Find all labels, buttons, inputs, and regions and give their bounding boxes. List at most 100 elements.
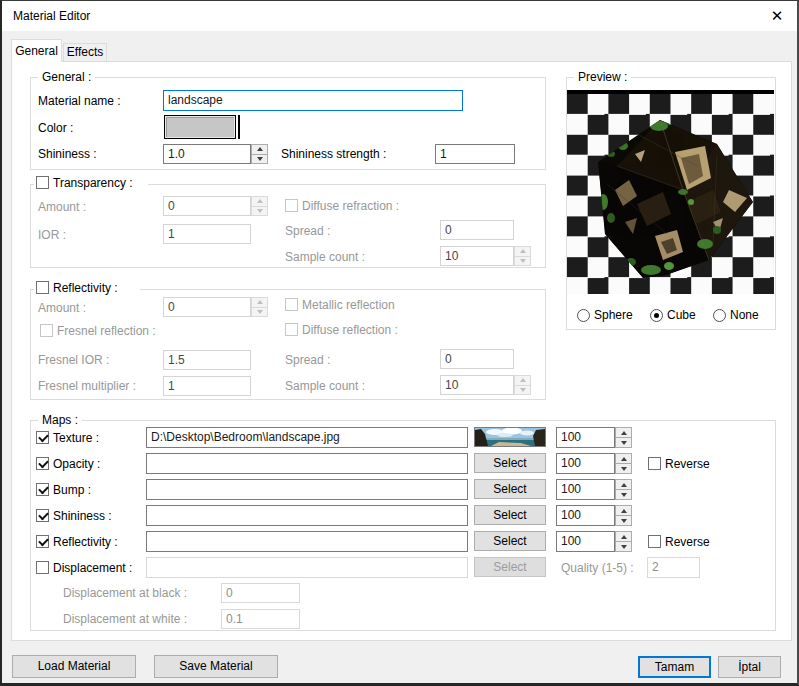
fresnel-multiplier-label: Fresnel multiplier : — [38, 379, 136, 394]
spin-down-icon — [251, 206, 268, 217]
none-radio[interactable] — [713, 309, 726, 322]
displacement-path-input — [146, 557, 468, 578]
texture-thumbnail-image — [475, 428, 545, 446]
fresnel-ior-input: 1.5 — [163, 350, 251, 370]
opacity-select-button[interactable]: Select — [474, 453, 546, 473]
reflectivity-reverse-checkbox[interactable] — [648, 535, 661, 548]
transparency-checkbox[interactable] — [36, 176, 49, 189]
cube-radio[interactable] — [650, 309, 663, 322]
reflectivity-spread-label: Spread : — [285, 353, 330, 368]
shininess-map-checkbox[interactable] — [36, 509, 49, 522]
bump-checkbox[interactable] — [36, 483, 49, 496]
ok-button[interactable]: Tamam — [638, 656, 711, 678]
preview-group-label: Preview : — [574, 70, 631, 84]
material-name-input[interactable]: landscape — [163, 90, 463, 111]
color-swatch-button[interactable] — [164, 115, 236, 139]
fresnel-reflection-label: Fresnel reflection : — [57, 324, 156, 339]
bump-path-input[interactable] — [146, 479, 468, 500]
reflectivity-spread-input: 0 — [440, 349, 514, 369]
save-material-button[interactable]: Save Material — [154, 655, 278, 678]
tab-effects[interactable]: Effects — [63, 43, 107, 62]
reflectivity-sample-count-label: Sample count : — [285, 379, 365, 394]
diffuse-reflection-label: Diffuse reflection : — [302, 323, 398, 338]
displacement-black-label: Displacement at black : — [63, 586, 187, 601]
titlebar: Material Editor ✕ — [2, 1, 797, 31]
spin-down-icon[interactable] — [615, 489, 632, 500]
spin-down-icon — [514, 385, 531, 396]
opacity-amount-spinner[interactable] — [615, 453, 632, 474]
cube-radio-label: Cube — [667, 308, 696, 323]
spin-down-icon[interactable] — [615, 463, 632, 474]
color-swatch-edge — [238, 115, 240, 139]
spin-down-icon[interactable] — [615, 515, 632, 526]
reflectivity-map-amount-spinner[interactable] — [615, 531, 632, 552]
texture-thumbnail[interactable] — [474, 427, 546, 447]
quality-input: 2 — [647, 557, 700, 578]
shininess-strength-input[interactable]: 1 — [435, 144, 515, 164]
spin-down-icon — [251, 307, 268, 318]
shininess-map-amount-input[interactable]: 100 — [556, 505, 615, 526]
reflectivity-map-checkbox[interactable] — [36, 535, 49, 548]
tab-page-general: General : Material name : landscape Colo… — [11, 61, 792, 641]
shininess-map-select-button[interactable]: Select — [474, 505, 546, 525]
texture-amount-spinner[interactable] — [615, 427, 632, 448]
displacement-checkbox[interactable] — [36, 561, 49, 574]
ior-input: 1 — [163, 224, 251, 244]
reflectivity-checkbox[interactable] — [36, 281, 49, 294]
reflectivity-sample-count-input: 10 — [440, 375, 514, 395]
maps-group-label: Maps : — [38, 413, 82, 427]
reflectivity-group-label: Reflectivity : — [53, 281, 118, 296]
displacement-white-input: 0.1 — [221, 609, 300, 629]
bump-amount-spinner[interactable] — [615, 479, 632, 500]
opacity-reverse-checkbox[interactable] — [648, 457, 661, 470]
texture-checkbox[interactable] — [36, 431, 49, 444]
spin-down-icon[interactable] — [615, 437, 632, 448]
fresnel-multiplier-input: 1 — [163, 376, 251, 396]
reflectivity-map-label: Reflectivity : — [53, 535, 118, 550]
texture-path-input[interactable]: D:\Desktop\Bedroom\landscape.jpg — [146, 427, 468, 448]
transparency-sample-count-spinner — [514, 246, 531, 266]
reflectivity-amount-input: 0 — [163, 297, 251, 317]
opacity-amount-input[interactable]: 100 — [556, 453, 615, 474]
reflectivity-sample-count-spinner — [514, 375, 531, 395]
close-icon[interactable]: ✕ — [766, 5, 788, 27]
cancel-button[interactable]: İptal — [718, 656, 781, 678]
opacity-checkbox[interactable] — [36, 457, 49, 470]
fresnel-ior-label: Fresnel IOR : — [38, 353, 109, 368]
transparency-amount-input: 0 — [163, 196, 251, 216]
opacity-label: Opacity : — [53, 457, 100, 472]
load-material-button[interactable]: Load Material — [12, 655, 136, 678]
reflectivity-map-select-button[interactable]: Select — [474, 531, 546, 551]
displacement-select-button: Select — [474, 557, 546, 577]
transparency-amount-label: Amount : — [38, 200, 86, 215]
tab-general[interactable]: General — [11, 39, 62, 62]
transparency-spread-input: 0 — [440, 220, 514, 240]
opacity-path-input[interactable] — [146, 453, 468, 474]
displacement-label: Displacement : — [53, 561, 132, 576]
window-title: Material Editor — [13, 9, 90, 23]
shininess-map-path-input[interactable] — [146, 505, 468, 526]
sphere-radio-label: Sphere — [594, 308, 633, 323]
reflectivity-map-amount-input[interactable]: 100 — [556, 531, 615, 552]
shininess-input[interactable]: 1.0 — [163, 144, 251, 164]
preview-image — [567, 90, 774, 294]
displacement-black-input: 0 — [221, 583, 300, 603]
opacity-reverse-label: Reverse — [665, 457, 710, 472]
material-editor-dialog: Material Editor ✕ General Effects Genera… — [0, 0, 799, 686]
spin-down-icon[interactable] — [615, 541, 632, 552]
shininess-map-amount-spinner[interactable] — [615, 505, 632, 526]
transparency-amount-spinner — [251, 196, 268, 216]
diffuse-reflection-checkbox — [285, 323, 298, 336]
bump-amount-input[interactable]: 100 — [556, 479, 615, 500]
metallic-reflection-checkbox — [285, 298, 298, 311]
spin-down-icon — [514, 256, 531, 267]
bump-select-button[interactable]: Select — [474, 479, 546, 499]
spin-down-icon[interactable] — [251, 154, 268, 165]
texture-amount-input[interactable]: 100 — [556, 427, 615, 448]
reflectivity-map-path-input[interactable] — [146, 531, 468, 552]
fresnel-reflection-checkbox — [40, 324, 53, 337]
shininess-spinner[interactable] — [251, 144, 268, 164]
sphere-radio[interactable] — [577, 309, 590, 322]
bump-label: Bump : — [53, 483, 91, 498]
transparency-sample-count-input: 10 — [440, 246, 514, 266]
